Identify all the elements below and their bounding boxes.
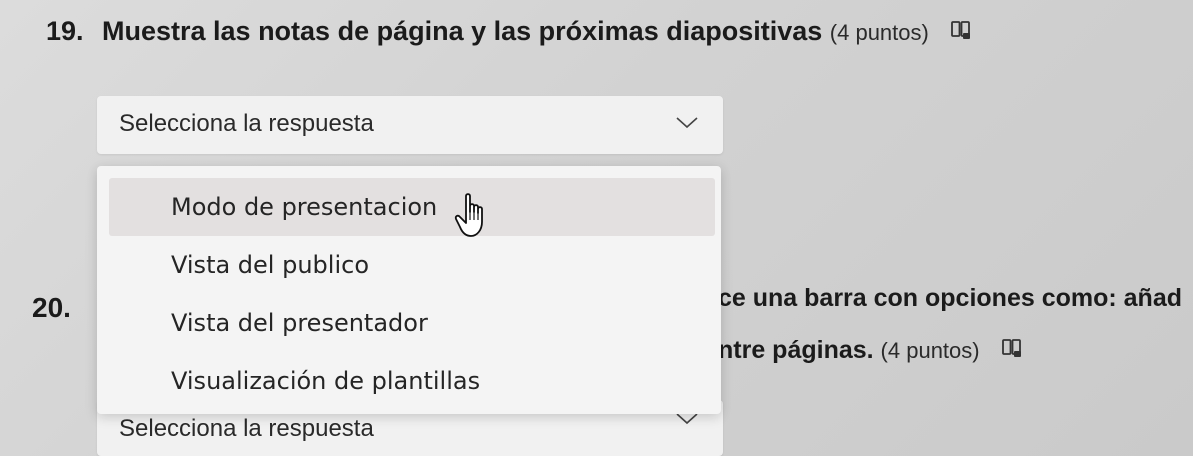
question-20-title-line2: ntre páginas. (4 puntos) (718, 336, 1023, 366)
select-placeholder: Selecciona la respuesta (119, 110, 374, 137)
hand-cursor-icon (454, 192, 494, 245)
question-20-title-line1: ce una barra con opciones como: añad (718, 284, 1182, 313)
option-vista-del-publico[interactable]: Vista del publico (109, 236, 715, 294)
immersive-reader-icon[interactable] (1001, 337, 1023, 366)
chevron-down-icon (675, 412, 699, 431)
question-19-title: Muestra las notas de página y las próxim… (102, 16, 972, 48)
question-19-number: 19. (46, 16, 84, 46)
chevron-down-icon (675, 116, 699, 135)
question-20-title-text-1: ce una barra con opciones como: añad (718, 284, 1183, 312)
select-placeholder: Selecciona la respuesta (119, 415, 374, 442)
question-20-number: 20. (32, 292, 71, 323)
answer-dropdown-list: Modo de presentacion Vista del publico V… (97, 166, 721, 414)
question-19-title-text: Muestra las notas de página y las próxim… (102, 16, 823, 46)
option-vista-del-presentador[interactable]: Vista del presentador (109, 294, 715, 352)
question-20-title-text-2: ntre páginas. (718, 336, 874, 364)
option-modo-de-presentacion[interactable]: Modo de presentacion (109, 178, 715, 236)
question-20-points: (4 puntos) (880, 338, 980, 363)
question-19-answer-select[interactable]: Selecciona la respuesta (97, 96, 723, 154)
question-19-points: (4 puntos) (829, 20, 929, 45)
option-visualizacion-de-plantillas[interactable]: Visualización de plantillas (109, 352, 715, 410)
immersive-reader-icon[interactable] (950, 17, 972, 48)
